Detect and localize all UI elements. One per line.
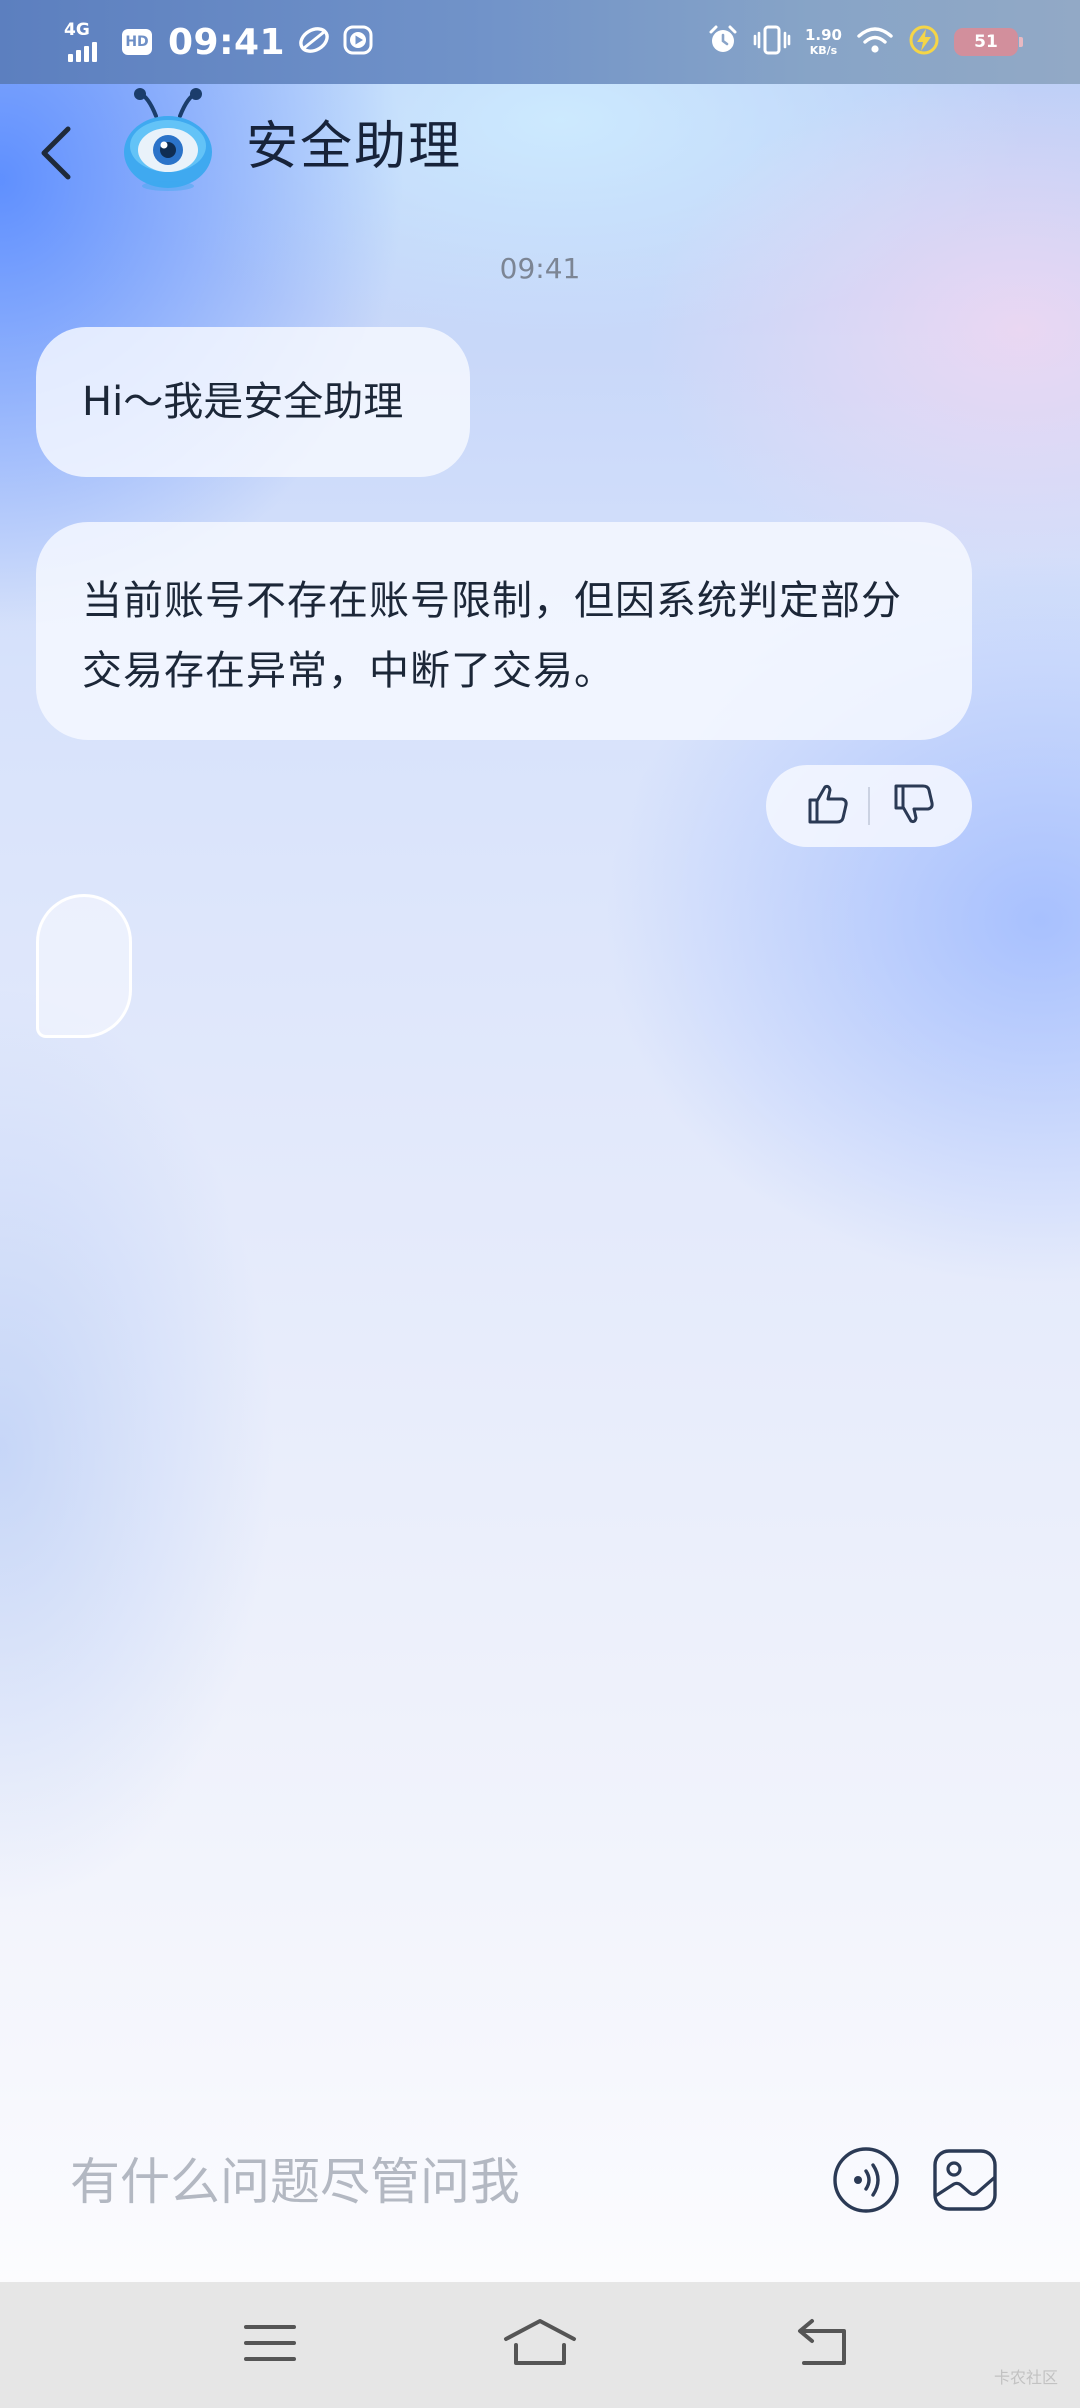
- like-button[interactable]: [802, 780, 854, 832]
- message-input[interactable]: [70, 2142, 790, 2222]
- image-button[interactable]: [932, 2148, 998, 2212]
- typing-indicator-bubble: [36, 894, 132, 1038]
- alarm-icon: [707, 24, 739, 60]
- feedback-bar: [766, 765, 972, 847]
- status-time: 09:41: [168, 21, 286, 63]
- chat-timestamp: 09:41: [499, 252, 581, 285]
- input-bar: [0, 2100, 1080, 2282]
- page-title: 安全助理: [246, 117, 463, 177]
- watermark: 卡农社区: [993, 2368, 1058, 2387]
- status-bar: 4G HD 09:41 1.90 KB/s 51: [0, 0, 1080, 84]
- voice-icon: [832, 2147, 900, 2218]
- net-speed-unit: KB/s: [809, 44, 838, 57]
- assistant-message: 当前账号不存在账号限制，但因系统判定部分交易存在异常，中断了交易。: [36, 522, 972, 740]
- status-bar-right: 1.90 KB/s 51: [707, 14, 1023, 70]
- wifi-icon: [856, 25, 894, 59]
- home-icon: [502, 2317, 578, 2373]
- nav-back-button[interactable]: [784, 2310, 864, 2380]
- play-icon: [343, 25, 373, 59]
- battery-icon: 51: [954, 28, 1023, 56]
- charging-icon: [908, 24, 940, 60]
- dislike-button[interactable]: [888, 780, 940, 832]
- back-icon: [794, 2317, 854, 2373]
- image-icon: [932, 2149, 998, 2216]
- thumbs-down-icon: [892, 782, 936, 830]
- menu-icon: [242, 2321, 298, 2369]
- system-nav-bar: 卡农社区: [0, 2282, 1080, 2408]
- leaf-icon: [297, 25, 331, 59]
- feedback-divider: [868, 787, 870, 825]
- chevron-left-icon: [36, 123, 76, 187]
- thumbs-up-icon: [806, 782, 850, 830]
- status-bar-left: 4G HD 09:41: [62, 14, 373, 70]
- signal-icon: 4G: [62, 20, 110, 64]
- nav-home-button[interactable]: [500, 2310, 580, 2380]
- assistant-message: Hi～我是安全助理: [36, 327, 470, 477]
- network-type: 4G: [64, 20, 90, 40]
- voice-button[interactable]: [832, 2146, 900, 2214]
- assistant-avatar: [118, 86, 218, 192]
- net-speed-value: 1.90: [804, 26, 842, 44]
- net-speed: 1.90 KB/s: [804, 26, 842, 57]
- back-button[interactable]: [24, 115, 88, 195]
- nav-menu-button[interactable]: [230, 2310, 310, 2380]
- vibrate-icon: [753, 24, 791, 60]
- hd-icon: HD: [122, 29, 152, 55]
